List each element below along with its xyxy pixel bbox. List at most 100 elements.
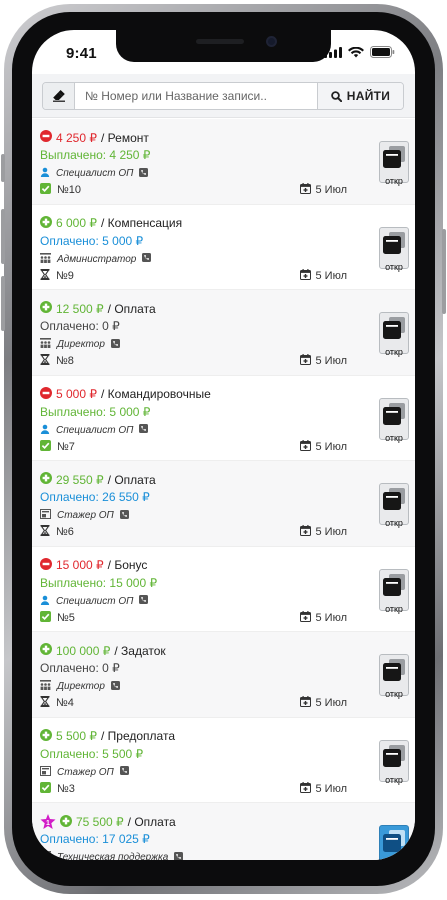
documents-icon (382, 316, 406, 345)
record-row[interactable]: 4 250 ₽ / Ремонт Выплачено: 4 250 ₽ Специал… (32, 119, 415, 205)
user-icon (40, 424, 50, 437)
record-number-label: №10 (57, 184, 82, 196)
record-role-label: Специалист ОП (56, 424, 134, 436)
record-row[interactable]: 29 550 ₽ / Оплата Оплачено: 26 550 ₽ Стажер… (32, 461, 415, 547)
open-record-button[interactable]: откр (379, 568, 409, 614)
power-button (442, 229, 446, 314)
eraser-icon (52, 90, 65, 102)
status-time: 9:41 (66, 45, 97, 62)
record-role: Стажер ОП (40, 765, 129, 779)
notch (116, 30, 331, 62)
record-role-label: Стажер ОП (57, 510, 114, 521)
check-square-icon (40, 610, 51, 625)
search-group: НАЙТИ (42, 82, 404, 110)
phone-icon[interactable] (139, 595, 149, 607)
trainee-icon (40, 509, 51, 522)
record-role: Директор (40, 338, 120, 351)
record-role-label: Администратор (57, 253, 137, 265)
status-icons (324, 46, 395, 58)
open-record-button[interactable]: откр (379, 312, 409, 357)
hourglass-icon (40, 268, 50, 283)
record-role-label: Директор (57, 339, 105, 350)
phone-icon[interactable] (119, 766, 129, 778)
record-title: 100 000 ₽ / Задаток (40, 643, 166, 658)
open-record-button[interactable]: откр (379, 483, 409, 528)
users-icon (40, 252, 51, 266)
search-input[interactable] (75, 83, 317, 109)
open-record-button[interactable]: откр (379, 141, 409, 186)
record-row[interactable]: 5 500 ₽ / Предоплата Оплачено: 5 500 ₽ Стаж… (32, 717, 415, 803)
record-status: Оплачено: 0 ₽ (40, 319, 120, 333)
svg-text:1: 1 (46, 820, 50, 827)
record-number: №9 (40, 268, 74, 283)
record-number-label: №6 (56, 526, 74, 538)
record-number-label: №4 (56, 697, 74, 709)
calendar-icon (300, 696, 312, 710)
open-record-label: откр (385, 518, 403, 528)
record-number: №5 (40, 610, 75, 625)
record-date: 5 Июл (300, 183, 347, 197)
record-amount: 5 500 ₽ (56, 729, 97, 743)
record-role-label: Техническая поддержка (57, 852, 169, 860)
record-row[interactable]: 15 000 ₽ / Бонус Выплачено: 15 000 ₽ Специа… (32, 546, 415, 632)
open-record-label: откр (385, 689, 403, 699)
record-row[interactable]: 5 000 ₽ / Командировочные Выплачено: 5 000… (32, 375, 415, 461)
record-category: / Бонус (107, 558, 148, 572)
eraser-button[interactable] (43, 83, 75, 109)
record-title: 29 550 ₽ / Оплата (40, 472, 156, 487)
record-title: 6 000 ₽ / Компенсация (40, 215, 183, 231)
calendar-icon (300, 268, 312, 283)
record-row[interactable]: 6 000 ₽ / Компенсация Оплачено: 5 000 ₽ Адм… (32, 204, 415, 290)
phone-icon[interactable] (174, 851, 184, 860)
plus-circle-icon (60, 814, 72, 830)
open-record-button[interactable]: откр (379, 397, 409, 443)
record-date: 5 Июл (300, 439, 347, 454)
phone-icon[interactable] (139, 167, 149, 180)
record-amount: 29 550 ₽ (56, 472, 104, 487)
record-category: / Компенсация (101, 216, 183, 230)
record-amount: 15 000 ₽ (56, 558, 104, 572)
star-badge-icon: 1 (40, 814, 56, 830)
calendar-icon (300, 525, 312, 539)
record-status: Оплачено: 17 025 ₽ (40, 832, 150, 846)
record-date: 5 Июл (300, 781, 347, 796)
open-record-button[interactable]: откр (379, 226, 409, 272)
record-row[interactable]: 1 75 500 ₽ / Оплата Оплачено: 17 025 ₽ Техни… (32, 803, 415, 860)
open-record-button[interactable]: откр (379, 739, 409, 785)
open-record-button[interactable] (379, 825, 409, 860)
phone-icon[interactable] (110, 338, 120, 351)
check-square-icon (40, 439, 51, 454)
volume-down-button (1, 276, 5, 331)
volume-up-button (1, 209, 5, 264)
phone-icon[interactable] (139, 424, 149, 436)
record-row[interactable]: 100 000 ₽ / Задаток Оплачено: 0 ₽ Директор №… (32, 632, 415, 718)
check-square-icon (40, 781, 51, 796)
users-icon (40, 851, 51, 860)
record-category: / Оплата (107, 301, 156, 316)
record-amount: 100 000 ₽ (56, 643, 111, 658)
record-role: Директор (40, 680, 120, 693)
front-camera (266, 36, 277, 47)
mute-switch (1, 154, 5, 182)
documents-icon (382, 231, 406, 260)
record-category: / Ремонт (101, 130, 149, 145)
record-category: / Оплата (127, 815, 176, 829)
phone-icon[interactable] (142, 253, 152, 265)
record-number: №6 (40, 525, 74, 539)
speaker-grille (196, 39, 244, 44)
documents-icon (382, 744, 406, 773)
record-amount: 75 500 ₽ (76, 815, 124, 829)
search-button[interactable]: НАЙТИ (317, 83, 403, 109)
record-amount: 6 000 ₽ (56, 216, 97, 230)
open-record-label: откр (385, 432, 403, 443)
record-row[interactable]: 12 500 ₽ / Оплата Оплачено: 0 ₽ Директор №8 5… (32, 290, 415, 376)
record-title: 12 500 ₽ / Оплата (40, 301, 156, 316)
record-number: №3 (40, 781, 75, 796)
record-status: Выплачено: 5 000 ₽ (40, 404, 151, 419)
phone-icon[interactable] (119, 509, 129, 522)
open-record-button[interactable]: откр (379, 654, 409, 699)
calendar-icon (300, 610, 312, 625)
plus-circle-icon (40, 728, 52, 744)
record-title: 4 250 ₽ / Ремонт (40, 130, 149, 145)
phone-icon[interactable] (110, 680, 120, 693)
